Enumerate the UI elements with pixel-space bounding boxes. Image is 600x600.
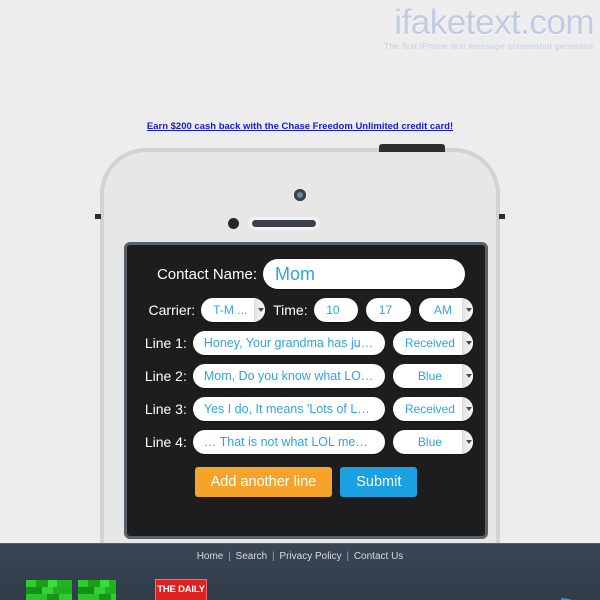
- time-hour-select[interactable]: 10: [313, 298, 359, 322]
- the-daily-badge[interactable]: THE DAILY: [155, 579, 207, 600]
- footer-separator: |: [272, 551, 275, 562]
- carrier-label: Carrier:: [148, 302, 196, 318]
- line-4-input[interactable]: [192, 430, 385, 454]
- line-2-style-select[interactable]: Blue: [392, 364, 473, 388]
- footer-link-home[interactable]: Home: [197, 551, 224, 562]
- line-1-input[interactable]: [192, 331, 385, 355]
- time-minute-value: 17: [378, 303, 393, 317]
- chevron-down-icon: [462, 430, 473, 454]
- line-1-style-select[interactable]: Received: [392, 331, 473, 355]
- line-3-input[interactable]: [192, 397, 385, 421]
- line-1-label: Line 1:: [144, 335, 187, 351]
- line-1-style-value: Received: [404, 336, 455, 350]
- chevron-down-icon: [462, 364, 473, 388]
- chevron-down-icon: [462, 331, 473, 355]
- chevron-down-icon: [462, 397, 473, 421]
- time-minute-select[interactable]: 17: [366, 298, 411, 322]
- line-3-style-value: Received: [404, 402, 455, 416]
- line-4-label: Line 4:: [144, 434, 187, 450]
- contact-name-label: Contact Name:: [156, 265, 257, 283]
- footer-link-contact-us[interactable]: Contact Us: [354, 551, 403, 562]
- fake-text-form: Contact Name: Carrier: T-M ... Time: 10 …: [127, 245, 485, 497]
- time-hour-value: 10: [326, 303, 340, 317]
- contact-name-input[interactable]: [263, 259, 465, 289]
- minecraft-pixel-badge-icon[interactable]: [78, 580, 116, 600]
- site-header: ifaketext.com The first iPhone text mess…: [0, 0, 600, 60]
- line-2-style-value: Blue: [417, 369, 442, 383]
- footer-badges: THE DAILY: [0, 574, 600, 600]
- front-camera-icon: [294, 189, 306, 201]
- contact-name-row: Contact Name:: [127, 259, 485, 289]
- site-tagline: The first iPhone text message screenshot…: [383, 41, 594, 51]
- carrier-select[interactable]: T-M ...: [201, 298, 266, 322]
- form-actions: Add another line Submit: [127, 467, 485, 497]
- footer-separator: |: [346, 551, 350, 562]
- message-line-row: Line 3: Received: [127, 397, 485, 421]
- side-button-right[interactable]: [499, 214, 505, 219]
- site-logo[interactable]: ifaketext.com The first iPhone text mess…: [383, 4, 595, 52]
- line-2-input[interactable]: [192, 364, 385, 388]
- carrier-time-row: Carrier: T-M ... Time: 10 17 AM: [127, 298, 485, 322]
- iphone-mockup: Contact Name: Carrier: T-M ... Time: 10 …: [95, 144, 505, 548]
- message-line-row: Line 1: Received: [127, 331, 485, 355]
- volume-button-left[interactable]: [95, 214, 101, 219]
- proximity-sensor-icon: [228, 218, 239, 229]
- power-button[interactable]: [379, 144, 445, 152]
- ad-banner-link[interactable]: Earn $200 cash back with the Chase Freed…: [0, 121, 600, 132]
- message-line-row: Line 4: Blue: [127, 430, 485, 454]
- footer-nav: Home | Search | Privacy Policy | Contact…: [0, 551, 600, 562]
- footer-separator: |: [228, 551, 231, 562]
- submit-button[interactable]: Submit: [340, 467, 418, 497]
- footer-link-privacy-policy[interactable]: Privacy Policy: [279, 551, 341, 562]
- line-3-label: Line 3:: [144, 401, 187, 417]
- earpiece-speaker-icon: [248, 217, 320, 230]
- site-footer: Home | Search | Privacy Policy | Contact…: [0, 543, 600, 600]
- time-ampm-select[interactable]: AM: [418, 298, 473, 322]
- minecraft-pixel-badge-icon[interactable]: [26, 580, 72, 600]
- footer-link-search[interactable]: Search: [236, 551, 268, 562]
- message-line-row: Line 2: Blue: [127, 364, 485, 388]
- line-4-style-value: Blue: [417, 435, 442, 449]
- time-label: Time:: [273, 302, 308, 318]
- chevron-down-icon: [254, 298, 266, 322]
- chevron-down-icon: [461, 298, 473, 322]
- line-2-label: Line 2:: [144, 368, 187, 384]
- phone-screen: Contact Name: Carrier: T-M ... Time: 10 …: [124, 242, 488, 539]
- add-another-line-button[interactable]: Add another line: [194, 467, 333, 497]
- line-4-style-select[interactable]: Blue: [392, 430, 473, 454]
- line-3-style-select[interactable]: Received: [392, 397, 473, 421]
- logo-text: ifaketext.com: [384, 4, 594, 42]
